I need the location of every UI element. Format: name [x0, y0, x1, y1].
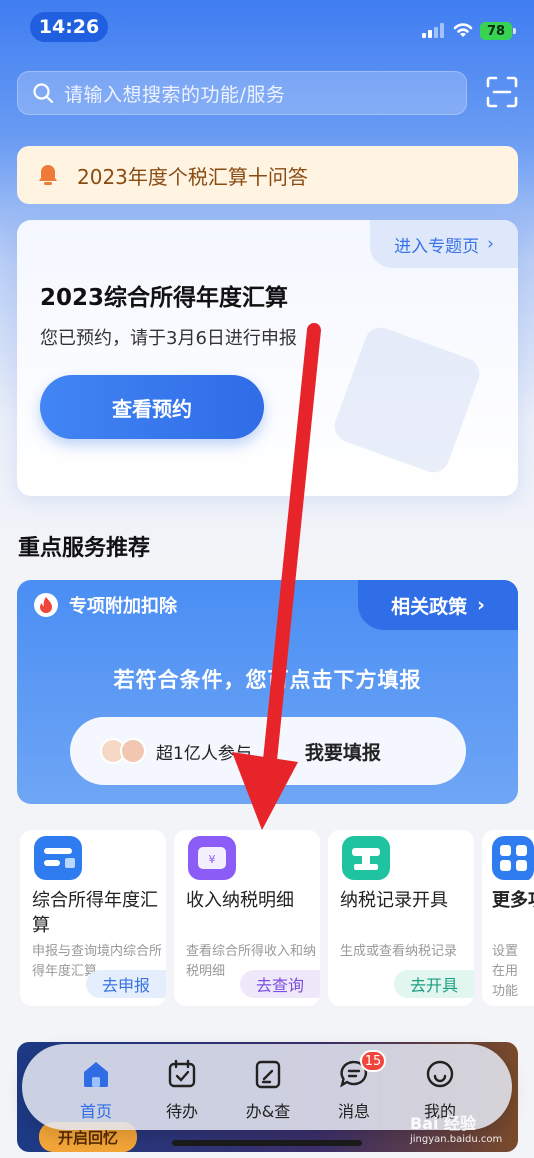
deduction-message: 若符合条件，您可点击下方填报	[113, 668, 422, 692]
cellular-signal-icon	[422, 22, 446, 38]
home-indicator	[172, 1140, 362, 1146]
nav-label: 消息	[337, 1102, 370, 1121]
edit-doc-icon	[255, 1060, 281, 1089]
watermark-url: jingyan.baidu.com	[410, 1134, 503, 1145]
calendar-check-icon	[168, 1059, 196, 1088]
tile-action-tag[interactable]: 去查询	[240, 970, 320, 998]
tile-name: 收入纳税明细	[186, 890, 294, 911]
nav-label: 办&查	[245, 1102, 291, 1121]
baidu-watermark: Bai 经验 jingyan.baidu.com	[410, 1110, 502, 1145]
tile-action-tag[interactable]: 去申报	[86, 970, 166, 998]
bell-icon	[39, 165, 57, 185]
wifi-icon	[453, 23, 473, 37]
section-title: 重点服务推荐	[18, 536, 151, 561]
participant-avatars	[100, 738, 146, 764]
notice-text: 2023年度个税汇算十问答	[77, 164, 308, 189]
card-subtitle: 您已预约，请于3月6日进行申报	[40, 328, 297, 349]
watermark-brand: Bai 经验	[410, 1114, 477, 1133]
nav-label: 首页	[79, 1102, 112, 1121]
service-tile-annual[interactable]: 综合所得年度汇算 申报与查询境内综合所得年度汇算 去申报	[20, 830, 166, 1006]
home-icon	[84, 1062, 108, 1087]
service-tile-income[interactable]: ¥ 收入纳税明细 查看综合所得收入和纳税明细 去查询	[174, 830, 320, 1006]
participant-count: 超1亿人参与	[156, 743, 252, 764]
tile-desc: 生成或查看纳税记录	[340, 944, 458, 959]
service-tile-more[interactable]: 更多功 设置在用功能	[482, 830, 534, 1006]
search-icon	[33, 83, 54, 104]
special-deduction-card: 专项附加扣除 相关政策 › 若符合条件，您可点击下方填报 超1亿人参与 我要填报	[17, 580, 518, 804]
wallet-yen-icon: ¥	[188, 836, 236, 880]
battery-indicator: 78	[480, 22, 516, 40]
tile-name: 更多功	[492, 890, 534, 911]
nav-messages[interactable]: 15 消息	[324, 1050, 386, 1122]
enter-topic-label: 进入专题页	[394, 236, 480, 257]
notice-bar[interactable]: 2023年度个税汇算十问答	[17, 146, 518, 204]
search-placeholder: 请输入想搜索的功能/服务	[64, 83, 286, 106]
related-policy-link[interactable]: 相关政策 ›	[358, 580, 518, 630]
status-time: 14:26	[30, 12, 108, 42]
tile-name: 综合所得年度汇算	[32, 890, 158, 936]
service-tile-record[interactable]: 纳税记录开具 生成或查看纳税记录 去开具	[328, 830, 474, 1006]
message-count-badge: 15	[360, 1050, 386, 1072]
deduction-header: 专项附加扣除	[33, 592, 177, 618]
card-title: 2023综合所得年度汇算	[40, 285, 289, 311]
flame-icon	[34, 593, 58, 617]
enter-topic-link[interactable]: 进入专题页 ›	[370, 220, 518, 268]
plus-list-icon	[34, 836, 82, 880]
chevron-right-icon: ›	[487, 234, 494, 254]
tile-desc: 设置在用功能	[492, 944, 519, 999]
divider	[273, 737, 275, 765]
status-bar: 14:26 78	[0, 0, 534, 56]
stamp-icon	[342, 836, 390, 880]
scan-icon[interactable]	[486, 76, 518, 108]
chevron-right-icon: ›	[477, 594, 485, 616]
avatar	[120, 738, 146, 764]
tile-name: 纳税记录开具	[340, 890, 448, 911]
nav-handle-query[interactable]: 办&查	[238, 1058, 298, 1122]
nav-todo[interactable]: 待办	[152, 1058, 212, 1122]
grid-icon	[492, 836, 534, 880]
view-appointment-button[interactable]: 查看预约	[40, 375, 264, 439]
smile-icon	[426, 1060, 454, 1088]
annual-settlement-card: 进入专题页 › 2023综合所得年度汇算 您已预约，请于3月6日进行申报 查看预…	[17, 220, 518, 496]
fill-report-button[interactable]: 超1亿人参与 我要填报	[70, 717, 466, 785]
nav-home[interactable]: 首页	[66, 1058, 126, 1122]
fill-report-label: 我要填报	[304, 741, 381, 764]
tile-action-tag[interactable]: 去开具	[394, 970, 474, 998]
search-input[interactable]: 请输入想搜索的功能/服务	[17, 71, 467, 115]
related-policy-label: 相关政策	[391, 595, 468, 618]
calendar-decoration	[330, 323, 484, 477]
svg-text:¥: ¥	[209, 853, 216, 866]
nav-label: 待办	[165, 1102, 198, 1121]
deduction-label: 专项附加扣除	[69, 596, 177, 617]
